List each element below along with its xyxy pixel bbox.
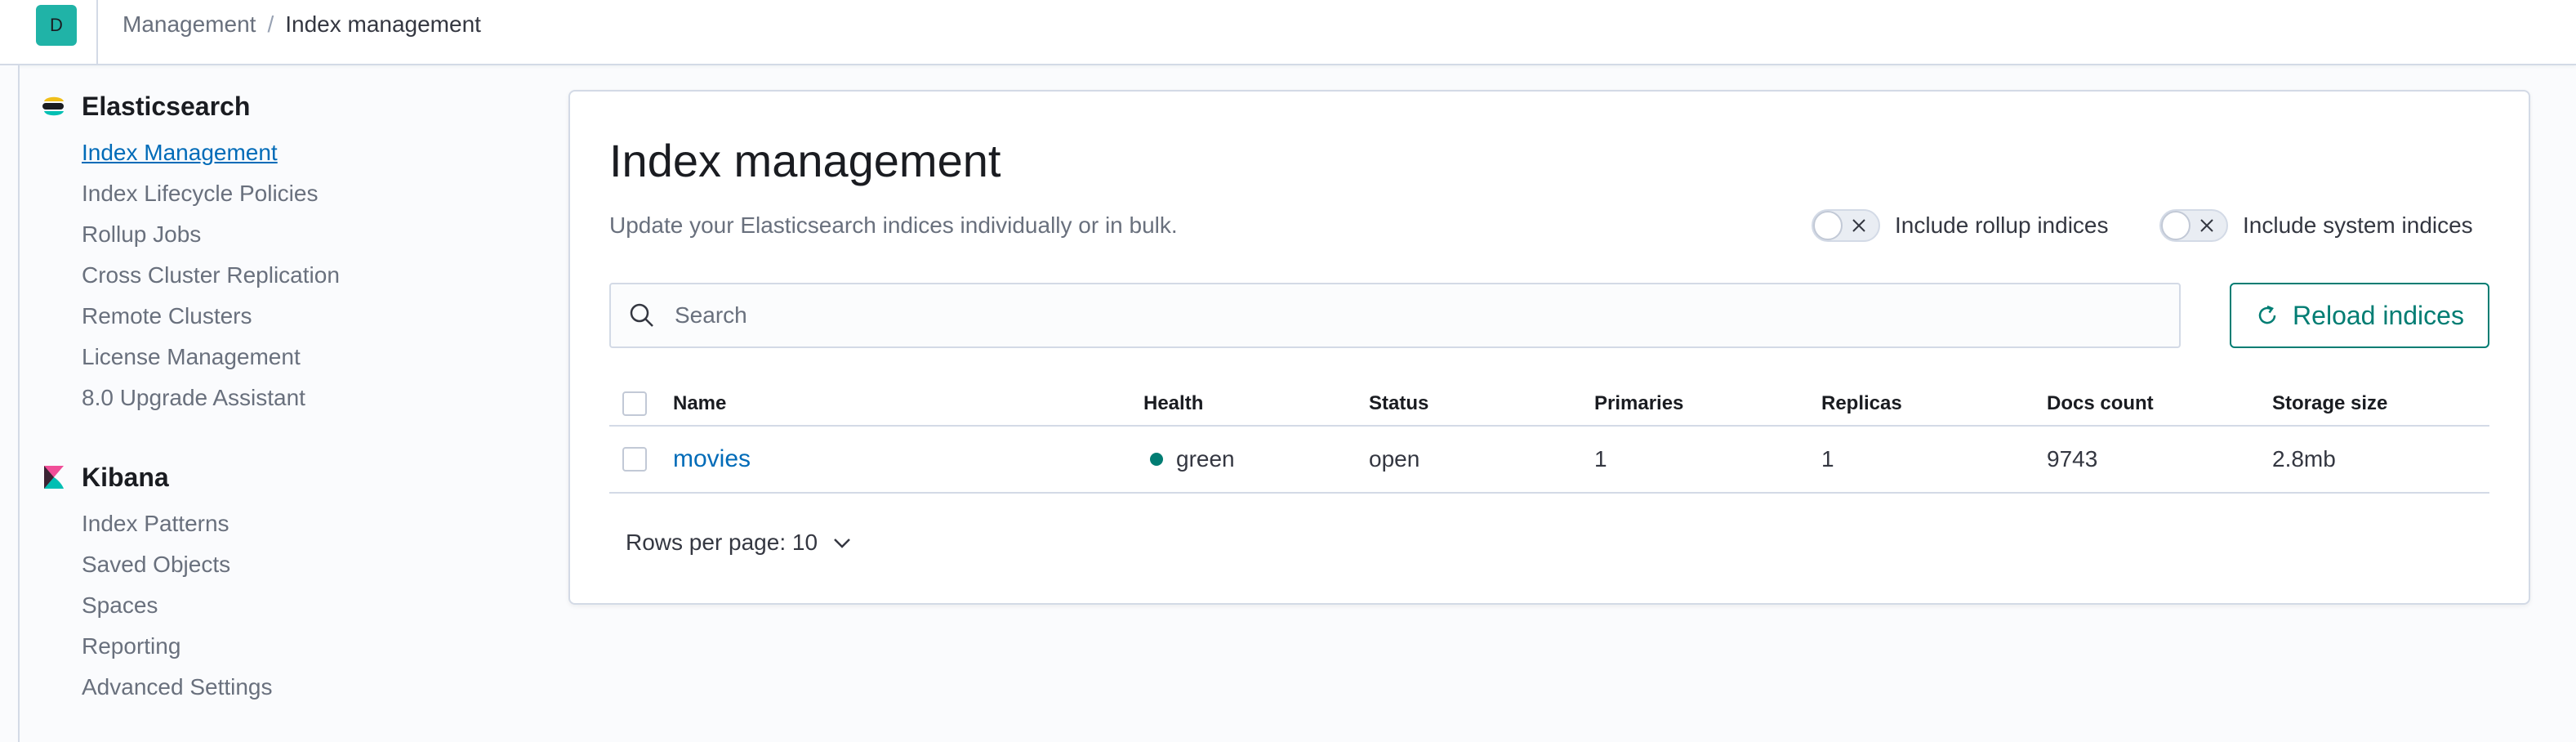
breadcrumb-index-management: Index management	[285, 11, 481, 37]
include-rollup-toggle[interactable]: Include rollup indices	[1812, 209, 2109, 242]
status-cell: open	[1369, 446, 1420, 472]
sidebar-item-reporting[interactable]: Reporting	[41, 626, 531, 667]
nav-group-title-kibana: Kibana	[41, 461, 531, 494]
row-checkbox[interactable]	[622, 447, 647, 472]
search-icon	[630, 303, 653, 327]
reload-indices-button[interactable]: Reload indices	[2230, 283, 2489, 348]
nav-group-title-elasticsearch: Elasticsearch	[41, 90, 531, 123]
top-header: D Management / Index management	[0, 0, 2576, 65]
elasticsearch-logo-icon	[42, 96, 64, 116]
sidebar-item-remote-clusters[interactable]: Remote Clusters	[41, 296, 531, 337]
toggle-track[interactable]	[1812, 209, 1880, 242]
table-row: movies green open 1 1 9743 2.8mb	[609, 427, 2489, 494]
index-name-link[interactable]: movies	[673, 445, 751, 473]
nav-group-label: Kibana	[82, 462, 169, 492]
toggle-label[interactable]: Include rollup indices	[1895, 212, 2109, 239]
select-all-checkbox[interactable]	[622, 391, 647, 416]
health-value: green	[1176, 446, 1235, 472]
page-description: Update your Elasticsearch indices indivi…	[609, 212, 1178, 238]
nav-group-kibana: Kibana Index Patterns Saved Objects Spac…	[41, 461, 531, 708]
health-cell: green	[1143, 427, 1235, 492]
chevron-down-icon	[834, 539, 850, 548]
breadcrumb-separator: /	[267, 11, 274, 37]
rows-per-page-label: Rows per page: 10	[626, 530, 818, 555]
column-header-storage-size[interactable]: Storage size	[2272, 382, 2387, 425]
column-header-docs-count[interactable]: Docs count	[2047, 382, 2154, 425]
breadcrumb: Management / Index management	[123, 10, 481, 39]
toggle-knob	[1813, 211, 1843, 240]
sidebar-item-index-patterns[interactable]: Index Patterns	[41, 503, 531, 544]
nav-group-elasticsearch: Elasticsearch Index Management Index Lif…	[41, 90, 531, 418]
search-box	[609, 283, 2181, 348]
kibana-logo-icon	[44, 466, 64, 489]
table-header: Name Health Status Primaries Replicas Do…	[609, 382, 2489, 427]
search-input[interactable]	[673, 302, 2146, 329]
nav-items-elasticsearch: Index Management Index Lifecycle Policie…	[41, 132, 531, 418]
sidebar-item-license-management[interactable]: License Management	[41, 337, 531, 378]
nav-items-kibana: Index Patterns Saved Objects Spaces Repo…	[41, 503, 531, 708]
index-name-cell: movies	[673, 427, 751, 492]
toggle-label[interactable]: Include system indices	[2243, 212, 2473, 239]
column-header-name[interactable]: Name	[673, 382, 726, 425]
sidebar-item-advanced-settings[interactable]: Advanced Settings	[41, 667, 531, 708]
docs-count-cell: 9743	[2047, 446, 2098, 472]
column-header-status[interactable]: Status	[1369, 382, 1428, 425]
close-icon	[2200, 219, 2213, 232]
user-avatar[interactable]: D	[36, 5, 77, 46]
replicas-cell: 1	[1821, 446, 1834, 472]
storage-size-cell: 2.8mb	[2272, 446, 2336, 472]
sidebar-item-index-management[interactable]: Index Management	[41, 132, 531, 173]
toggle-knob	[2161, 211, 2190, 240]
row-checkbox-cell	[622, 427, 647, 492]
sidebar-item-index-lifecycle-policies[interactable]: Index Lifecycle Policies	[41, 173, 531, 214]
sidebar-item-upgrade-assistant[interactable]: 8.0 Upgrade Assistant	[41, 378, 531, 418]
column-header-health[interactable]: Health	[1143, 382, 1203, 425]
toggle-track[interactable]	[2159, 209, 2228, 242]
reload-indices-label: Reload indices	[2293, 300, 2464, 330]
indices-table: Name Health Status Primaries Replicas Do…	[609, 382, 2489, 494]
collapsed-nav-rail	[0, 65, 20, 742]
index-management-panel: Index management Update your Elasticsear…	[568, 90, 2530, 605]
primaries-cell: 1	[1594, 446, 1607, 472]
close-icon	[1852, 219, 1865, 232]
sidebar-item-rollup-jobs[interactable]: Rollup Jobs	[41, 214, 531, 255]
page-title: Index management	[609, 135, 1001, 186]
sidebar-item-cross-cluster-replication[interactable]: Cross Cluster Replication	[41, 255, 531, 296]
include-system-toggle[interactable]: Include system indices	[2159, 209, 2473, 242]
sidebar-item-spaces[interactable]: Spaces	[41, 585, 531, 626]
column-header-replicas[interactable]: Replicas	[1821, 382, 1902, 425]
health-status-dot	[1150, 453, 1163, 466]
header-divider	[96, 0, 98, 64]
header-checkbox-cell	[622, 382, 647, 425]
nav-group-label: Elasticsearch	[82, 91, 251, 121]
column-header-primaries[interactable]: Primaries	[1594, 382, 1683, 425]
sidebar-item-saved-objects[interactable]: Saved Objects	[41, 544, 531, 585]
refresh-icon	[2258, 305, 2276, 324]
rows-per-page-select[interactable]: Rows per page: 10	[626, 530, 853, 556]
breadcrumb-management[interactable]: Management	[123, 11, 256, 37]
management-sidebar: Elasticsearch Index Management Index Lif…	[41, 90, 531, 708]
